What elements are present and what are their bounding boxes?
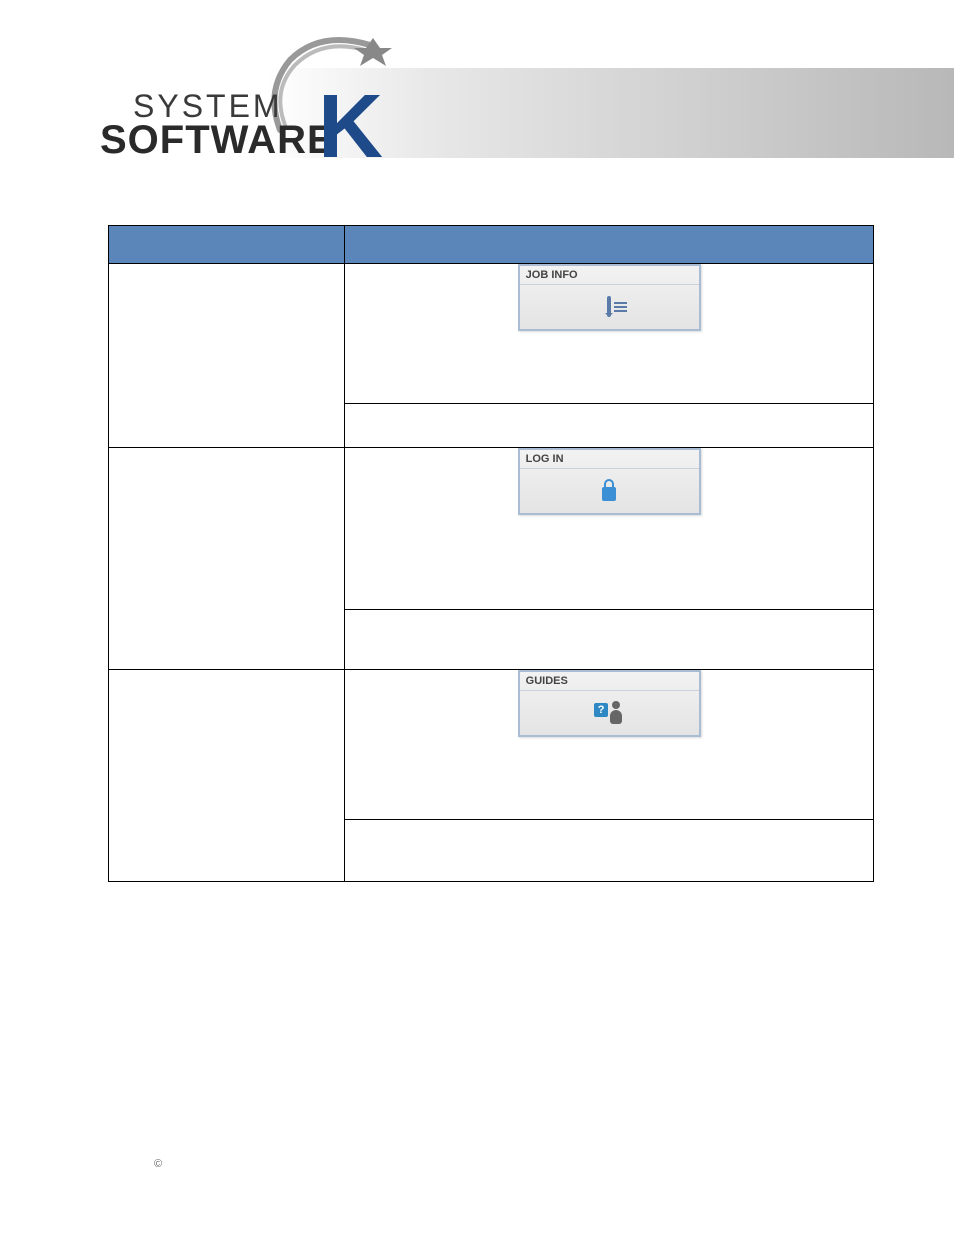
panel-title: LOG IN — [520, 450, 699, 469]
table-header-row — [109, 226, 874, 264]
logo-text-software: SOFTWARE — [100, 118, 335, 163]
document-bubble-icon — [607, 298, 611, 316]
table-row: JOB INFO — [109, 264, 874, 404]
table-header-left — [109, 226, 345, 264]
row-description-cell — [345, 820, 874, 882]
table-row: LOG IN — [109, 448, 874, 610]
row-label-cell — [109, 670, 345, 882]
row-image-cell: GUIDES ? — [345, 670, 874, 820]
logo-letter-k: K — [318, 76, 383, 179]
row-image-cell: JOB INFO — [345, 264, 874, 404]
table-row: GUIDES ? — [109, 670, 874, 820]
lock-icon — [602, 487, 616, 501]
row-label-cell — [109, 448, 345, 670]
panel-title: GUIDES — [520, 672, 699, 691]
guides-panel[interactable]: GUIDES ? — [518, 670, 701, 737]
table-header-right — [345, 226, 874, 264]
help-badge-icon: ? — [594, 703, 608, 717]
panel-body — [520, 469, 699, 513]
row-label-cell — [109, 264, 345, 448]
login-panel[interactable]: LOG IN — [518, 448, 701, 515]
person-icon — [608, 701, 624, 725]
footer-copyright: © — [154, 1158, 162, 1170]
job-info-panel[interactable]: JOB INFO — [518, 264, 701, 331]
main-table: JOB INFO LOG IN GUIDES — [108, 225, 874, 882]
panel-title: JOB INFO — [520, 266, 699, 285]
logo: SYSTEM SOFTWARE K — [100, 20, 400, 170]
row-description-cell — [345, 610, 874, 670]
row-image-cell: LOG IN — [345, 448, 874, 610]
panel-body — [520, 285, 699, 329]
guides-icon: ? — [594, 701, 624, 725]
row-description-cell — [345, 404, 874, 448]
panel-body: ? — [520, 691, 699, 735]
